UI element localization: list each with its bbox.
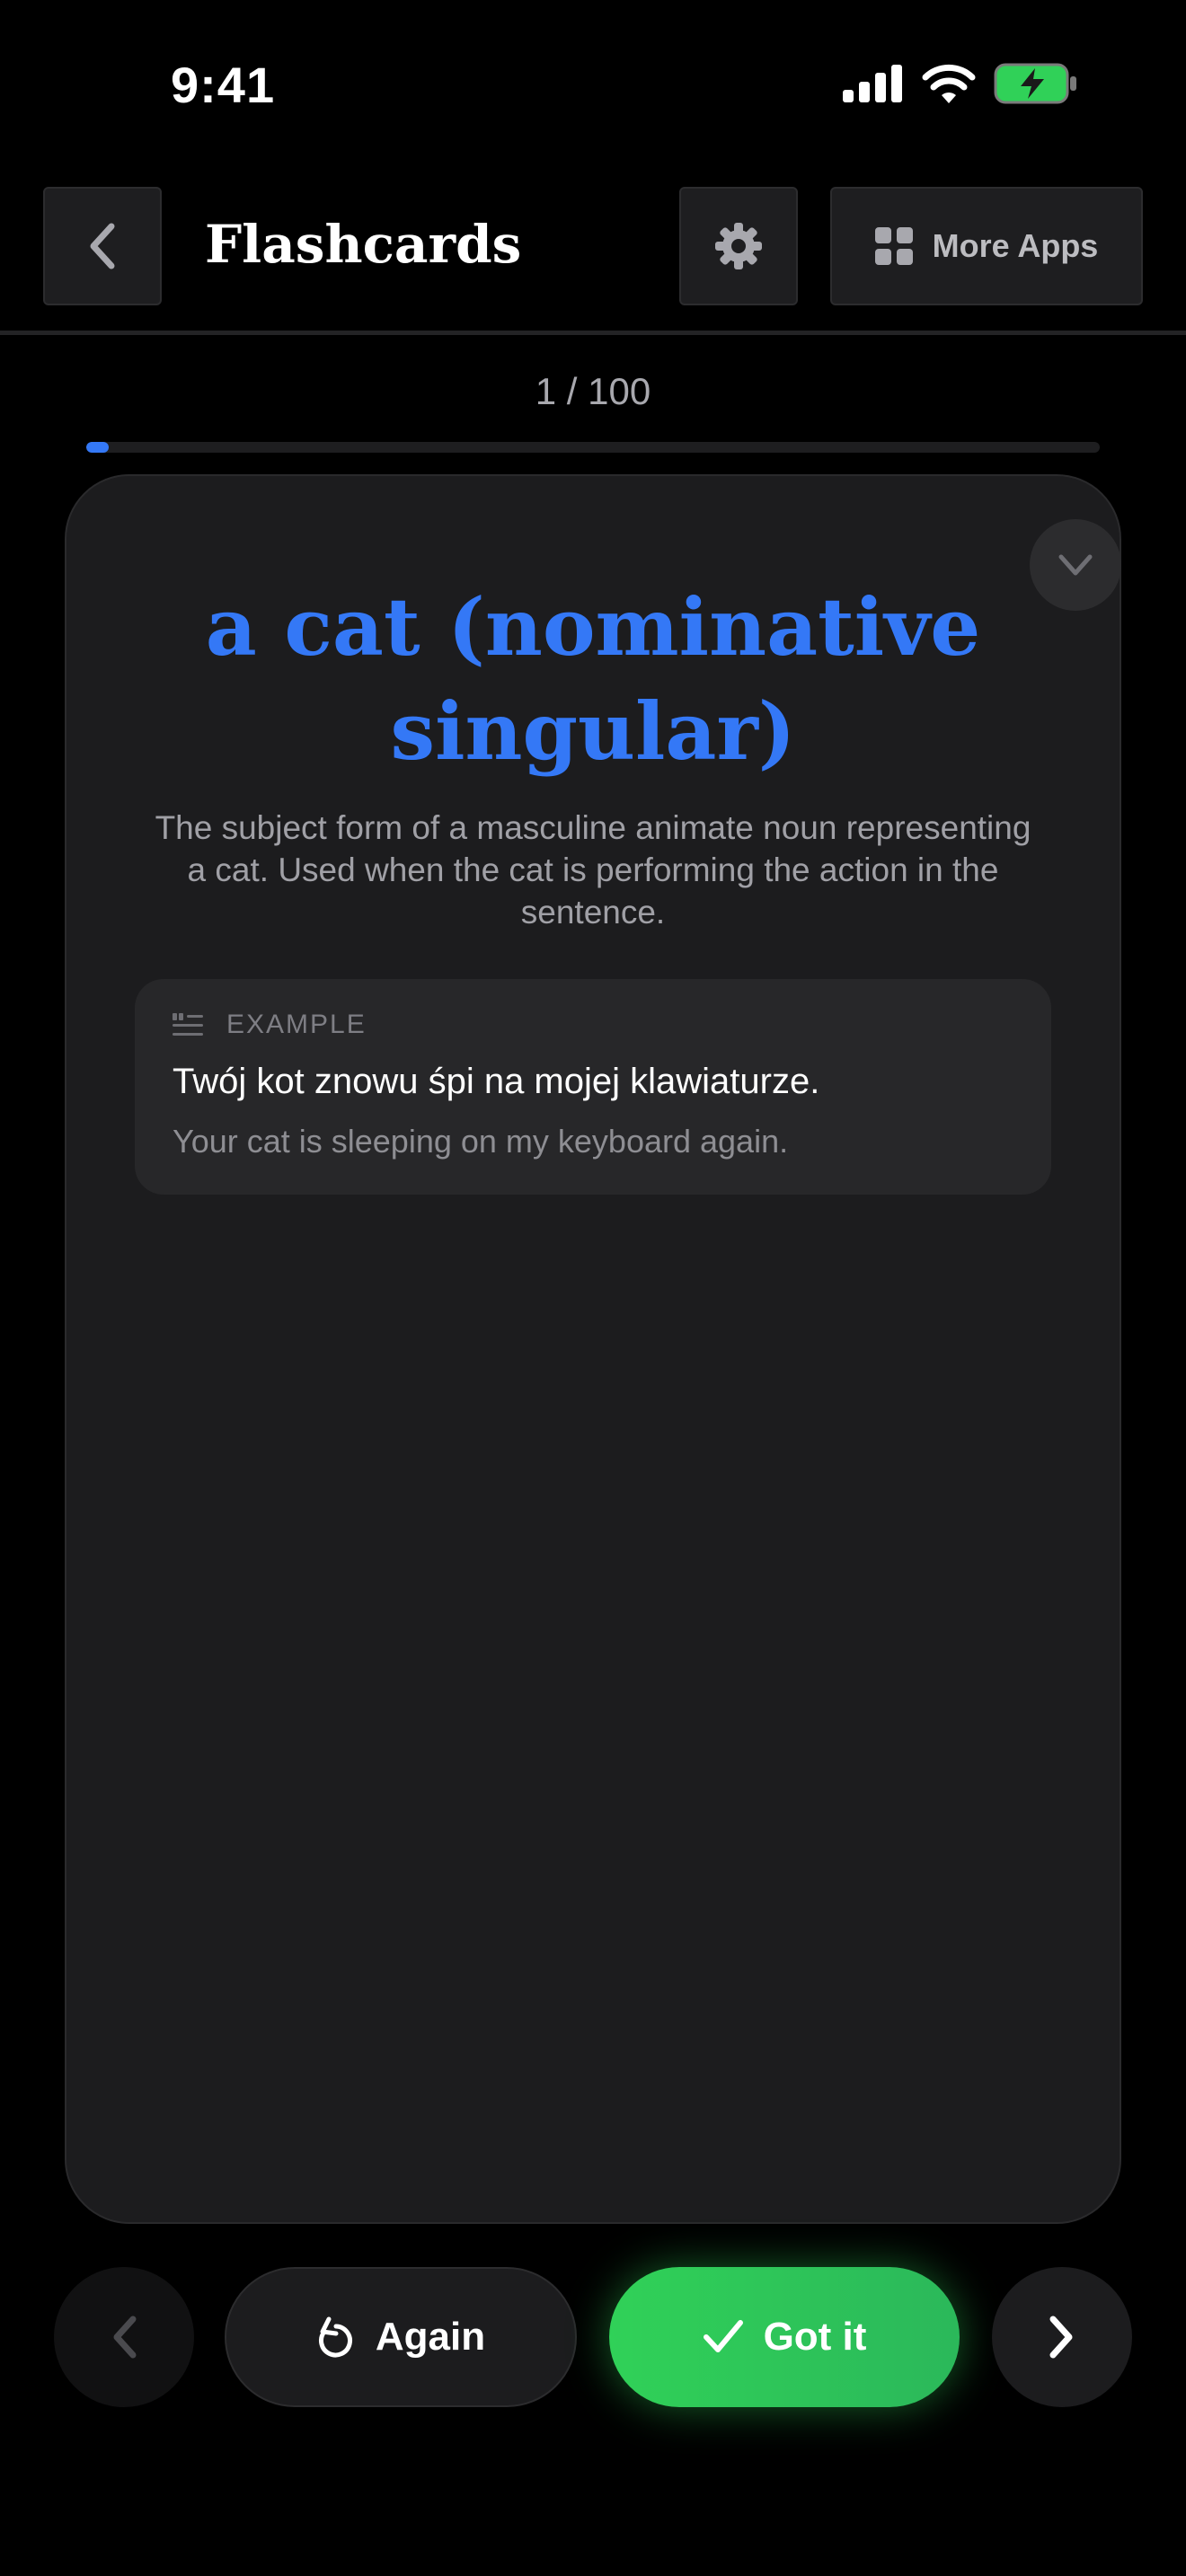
battery-icon: [994, 63, 1076, 104]
example-sentence: Twój kot znowu śpi na mojej klawiaturze.: [173, 1062, 820, 1101]
example-translation: Your cat is sleeping on my keyboard agai…: [173, 1123, 789, 1160]
chevron-right-icon: [1049, 2316, 1073, 2359]
next-card-button[interactable]: [992, 2267, 1132, 2407]
header-divider: [0, 331, 1186, 335]
undo-icon: [318, 2316, 352, 2358]
chevron-left-icon: [113, 2316, 137, 2359]
progress-counter: 1 / 100: [535, 370, 651, 412]
more-apps-label: More Apps: [932, 227, 1099, 264]
again-button[interactable]: Again: [225, 2267, 577, 2407]
example-header: EXAMPLE: [173, 1010, 367, 1040]
chevron-down-icon: [1058, 554, 1093, 576]
status-icons: [843, 63, 1078, 104]
signal-icon: [843, 65, 902, 102]
settings-button[interactable]: [679, 187, 798, 305]
got-it-label: Got it: [763, 2315, 867, 2359]
gear-icon: [715, 223, 762, 269]
back-button[interactable]: [43, 187, 162, 305]
card-definition: The subject form of a masculine animate …: [155, 809, 1031, 931]
checkmark-icon: [703, 2320, 743, 2352]
wifi-icon: [922, 64, 976, 103]
previous-card-button[interactable]: [54, 2267, 194, 2407]
more-apps-button[interactable]: More Apps: [830, 187, 1143, 305]
got-it-button[interactable]: Got it: [609, 2267, 960, 2407]
page-title: Flashcards: [205, 214, 522, 275]
progress-bar-fill: [86, 442, 109, 453]
grid-icon: [874, 227, 913, 265]
quote-icon: [173, 1013, 203, 1036]
again-label: Again: [375, 2315, 486, 2359]
status-time: 9:41: [171, 57, 276, 113]
chevron-left-icon: [90, 223, 115, 269]
card-term: a cat (nominative singular): [205, 580, 981, 778]
progress-bar: [86, 442, 1100, 453]
example-label: EXAMPLE: [226, 1010, 367, 1039]
